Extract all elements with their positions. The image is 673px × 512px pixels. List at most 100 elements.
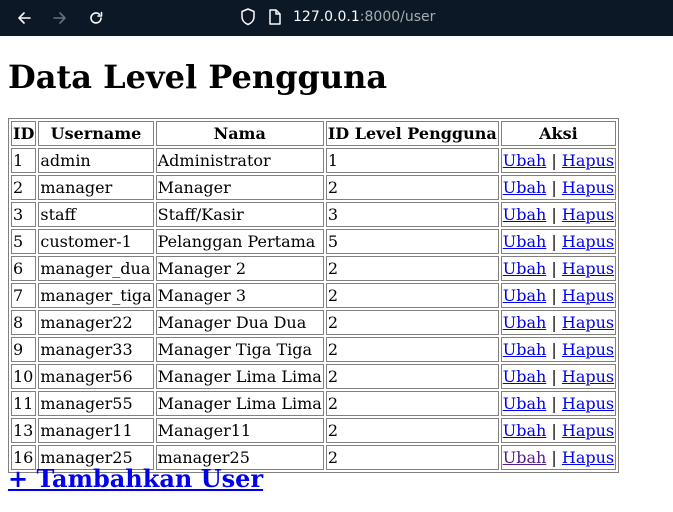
cell-nama: Manager11 xyxy=(155,418,324,443)
cell-username: manager11 xyxy=(38,418,154,443)
edit-link[interactable]: Ubah xyxy=(503,313,547,332)
delete-link[interactable]: Hapus xyxy=(562,232,614,251)
cell-level: 2 xyxy=(325,310,499,335)
table-body: 1 admin Administrator 1 Ubah | Hapus 2 manager… xyxy=(11,148,617,470)
cell-aksi: Ubah | Hapus xyxy=(500,202,617,227)
forward-button[interactable] xyxy=(49,7,71,29)
edit-link[interactable]: Ubah xyxy=(503,232,547,251)
table-row: 10 manager56 Manager Lima Lima 2 Ubah | Hapu… xyxy=(11,364,617,389)
cell-nama: Staff/Kasir xyxy=(155,202,324,227)
action-separator: | xyxy=(551,232,557,251)
cell-aksi: Ubah | Hapus xyxy=(500,229,617,254)
cell-id: 7 xyxy=(11,283,37,308)
cell-aksi: Ubah | Hapus xyxy=(500,337,617,362)
table-row: 3 staff Staff/Kasir 3 Ubah | Hapus xyxy=(11,202,617,227)
table-row: 7 manager_tiga Manager 3 2 Ubah | Hapus xyxy=(11,283,617,308)
cell-level: 2 xyxy=(325,256,499,281)
delete-link[interactable]: Hapus xyxy=(562,340,614,359)
table-row: 1 admin Administrator 1 Ubah | Hapus xyxy=(11,148,617,173)
delete-link[interactable]: Hapus xyxy=(562,259,614,278)
cell-nama: Pelanggan Pertama xyxy=(155,229,324,254)
browser-toolbar: 127.0.0.1:8000/user xyxy=(0,0,673,36)
cell-id: 6 xyxy=(11,256,37,281)
cell-aksi: Ubah | Hapus xyxy=(500,256,617,281)
edit-link[interactable]: Ubah xyxy=(503,205,547,224)
cell-aksi: Ubah | Hapus xyxy=(500,418,617,443)
delete-link[interactable]: Hapus xyxy=(562,151,614,170)
cell-username: admin xyxy=(38,148,154,173)
delete-link[interactable]: Hapus xyxy=(562,421,614,440)
site-info-button[interactable] xyxy=(267,7,283,32)
action-separator: | xyxy=(551,367,557,386)
tracking-protection-button[interactable] xyxy=(239,7,257,32)
table-row: 11 manager55 Manager Lima Lima 2 Ubah | Hapu… xyxy=(11,391,617,416)
action-separator: | xyxy=(551,286,557,305)
delete-link[interactable]: Hapus xyxy=(562,205,614,224)
action-separator: | xyxy=(551,205,557,224)
delete-link[interactable]: Hapus xyxy=(562,313,614,332)
delete-link[interactable]: Hapus xyxy=(562,178,614,197)
cell-id: 3 xyxy=(11,202,37,227)
action-separator: | xyxy=(551,448,557,467)
reload-button[interactable] xyxy=(85,7,107,29)
delete-link[interactable]: Hapus xyxy=(562,448,614,467)
table-row: 8 manager22 Manager Dua Dua 2 Ubah | Hapus xyxy=(11,310,617,335)
delete-link[interactable]: Hapus xyxy=(562,286,614,305)
add-user-link[interactable]: + Tambahkan User xyxy=(8,464,263,493)
edit-link[interactable]: Ubah xyxy=(503,259,547,278)
table-row: 2 manager Manager 2 Ubah | Hapus xyxy=(11,175,617,200)
address-bar[interactable]: 127.0.0.1:8000/user xyxy=(293,7,435,27)
cell-id: 5 xyxy=(11,229,37,254)
url-path: :8000/user xyxy=(359,9,436,25)
back-button[interactable] xyxy=(13,7,35,29)
edit-link[interactable]: Ubah xyxy=(503,286,547,305)
column-header-nama: Nama xyxy=(155,121,324,146)
action-separator: | xyxy=(551,421,557,440)
table-row: 5 customer-1 Pelanggan Pertama 5 Ubah | Hapu… xyxy=(11,229,617,254)
delete-link[interactable]: Hapus xyxy=(562,394,614,413)
cell-aksi: Ubah | Hapus xyxy=(500,445,617,470)
cell-id: 13 xyxy=(11,418,37,443)
edit-link[interactable]: Ubah xyxy=(503,178,547,197)
cell-level: 5 xyxy=(325,229,499,254)
cell-level: 2 xyxy=(325,391,499,416)
column-header-id: ID xyxy=(11,121,37,146)
cell-username: manager56 xyxy=(38,364,154,389)
edit-link[interactable]: Ubah xyxy=(503,394,547,413)
cell-nama: Manager Lima Lima xyxy=(155,364,324,389)
cell-nama: Administrator xyxy=(155,148,324,173)
cell-aksi: Ubah | Hapus xyxy=(500,310,617,335)
cell-nama: Manager Tiga Tiga xyxy=(155,337,324,362)
cell-aksi: Ubah | Hapus xyxy=(500,283,617,308)
edit-link[interactable]: Ubah xyxy=(503,367,547,386)
cell-level: 2 xyxy=(325,364,499,389)
cell-id: 9 xyxy=(11,337,37,362)
cell-username: manager55 xyxy=(38,391,154,416)
delete-link[interactable]: Hapus xyxy=(562,367,614,386)
cell-level: 1 xyxy=(325,148,499,173)
edit-link[interactable]: Ubah xyxy=(503,340,547,359)
cell-username: customer-1 xyxy=(38,229,154,254)
page-title: Data Level Pengguna xyxy=(8,58,388,96)
column-header-username: Username xyxy=(38,121,154,146)
edit-link[interactable]: Ubah xyxy=(503,151,547,170)
cell-nama: Manager xyxy=(155,175,324,200)
edit-link[interactable]: Ubah xyxy=(503,421,547,440)
cell-username: manager_dua xyxy=(38,256,154,281)
cell-level: 2 xyxy=(325,283,499,308)
cell-aksi: Ubah | Hapus xyxy=(500,364,617,389)
shield-icon xyxy=(241,8,255,26)
action-separator: | xyxy=(551,313,557,332)
table-row: 13 manager11 Manager11 2 Ubah | Hapus xyxy=(11,418,617,443)
cell-nama: Manager Lima Lima xyxy=(155,391,324,416)
action-separator: | xyxy=(551,340,557,359)
edit-link[interactable]: Ubah xyxy=(503,448,547,467)
cell-id: 11 xyxy=(11,391,37,416)
cell-username: staff xyxy=(38,202,154,227)
page-content: Data Level Pengguna ID Username Nama ID … xyxy=(8,36,620,493)
cell-level: 2 xyxy=(325,445,499,470)
cell-username: manager_tiga xyxy=(38,283,154,308)
cell-aksi: Ubah | Hapus xyxy=(500,391,617,416)
column-header-aksi: Aksi xyxy=(500,121,617,146)
cell-aksi: Ubah | Hapus xyxy=(500,175,617,200)
